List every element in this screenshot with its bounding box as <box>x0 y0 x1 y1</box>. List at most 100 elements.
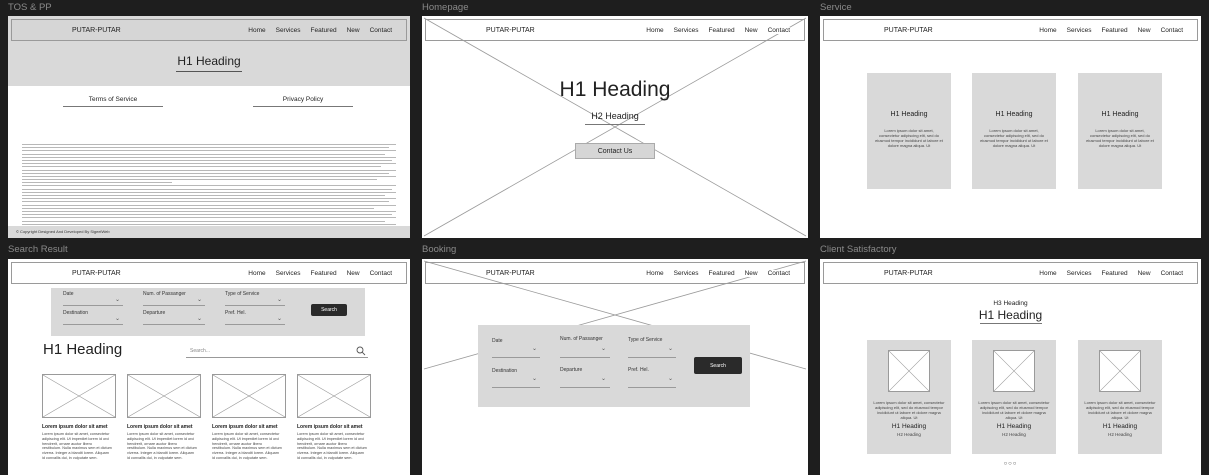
homepage-nav-services[interactable]: Services <box>674 27 699 34</box>
body-text-line <box>22 201 389 203</box>
destination-select[interactable] <box>492 387 540 388</box>
homepage-h2: H2 Heading <box>591 111 639 121</box>
testimonial-card[interactable]: Lorem ipsum dolor sit amet, consectetur … <box>867 340 951 454</box>
result-card-title[interactable]: Lorem ipsum dolor sit amet <box>42 424 122 430</box>
service-nav-services[interactable]: Services <box>1067 27 1092 34</box>
testimonial-role: H2 Heading <box>1108 432 1132 437</box>
type-select[interactable] <box>225 305 285 306</box>
booking-nav-home[interactable]: Home <box>646 270 663 277</box>
result-card-image[interactable] <box>297 374 371 418</box>
service-card[interactable]: H1 Heading Lorem ipsum dolor sit amet, c… <box>972 73 1056 189</box>
chevron-down-icon: ⌄ <box>115 316 121 322</box>
search-nav-featured[interactable]: Featured <box>311 270 337 277</box>
service-card[interactable]: H1 Heading Lorem ipsum dolor sit amet, c… <box>867 73 951 189</box>
departure-select[interactable] <box>560 387 610 388</box>
testimonial-name: H1 Heading <box>891 423 927 430</box>
client-nav-featured[interactable]: Featured <box>1102 270 1128 277</box>
booking-logo[interactable]: PUTAR-PUTAR <box>486 269 535 277</box>
homepage-hero-placeholder-cross <box>423 17 807 237</box>
client-logo[interactable]: PUTAR-PUTAR <box>884 270 933 277</box>
service-logo[interactable]: PUTAR-PUTAR <box>884 27 933 34</box>
passenger-label: Num. of Passanger <box>143 291 186 297</box>
homepage-nav-contact[interactable]: Contact <box>768 27 790 34</box>
homepage-nav-new[interactable]: New <box>745 27 758 34</box>
service-card[interactable]: H1 Heading Lorem ipsum dolor sit amet, c… <box>1078 73 1162 189</box>
booking-navbar: PUTAR-PUTAR Home Services Featured New C… <box>425 262 805 284</box>
pref-select[interactable] <box>225 324 285 325</box>
search-nav-home[interactable]: Home <box>248 270 265 277</box>
search-input[interactable]: Search... <box>186 346 368 358</box>
search-nav-new[interactable]: New <box>347 270 360 277</box>
homepage-nav-featured[interactable]: Featured <box>709 27 735 34</box>
chevron-down-icon: ⌄ <box>668 346 674 352</box>
homepage-navbar: PUTAR-PUTAR Home Services Featured New C… <box>425 19 805 41</box>
body-text-line <box>22 159 393 161</box>
client-nav-new[interactable]: New <box>1138 270 1151 277</box>
service-nav-new[interactable]: New <box>1138 27 1151 34</box>
body-text-line <box>22 204 396 206</box>
image-placeholder-icon <box>128 375 200 417</box>
client-nav-services[interactable]: Services <box>1067 270 1092 277</box>
service-nav-home[interactable]: Home <box>1039 27 1056 34</box>
search-icon[interactable] <box>356 346 366 356</box>
body-text-line <box>22 223 396 225</box>
search-button[interactable]: Search <box>311 304 347 316</box>
tos-nav-new[interactable]: New <box>347 27 360 34</box>
result-card-image[interactable] <box>212 374 286 418</box>
service-nav-contact[interactable]: Contact <box>1161 27 1183 34</box>
client-nav-contact[interactable]: Contact <box>1161 270 1183 277</box>
client-navbar: PUTAR-PUTAR Home Services Featured New C… <box>823 262 1198 284</box>
chevron-down-icon: ⌄ <box>532 346 538 352</box>
testimonial-card[interactable]: Lorem ipsum dolor sit amet, consectetur … <box>1078 340 1162 454</box>
client-nav-home[interactable]: Home <box>1039 270 1056 277</box>
chevron-down-icon: ⌄ <box>532 376 538 382</box>
carousel-dots[interactable]: ○○○ <box>820 461 1201 467</box>
passenger-select[interactable] <box>143 305 205 306</box>
tos-nav-home[interactable]: Home <box>248 27 265 34</box>
chevron-down-icon: ⌄ <box>277 316 283 322</box>
frame-title-tos: TOS & PP <box>8 2 52 13</box>
destination-select[interactable] <box>63 324 123 325</box>
date-select[interactable] <box>63 305 123 306</box>
departure-label: Departure <box>560 367 583 373</box>
service-card-heading: H1 Heading <box>1101 111 1139 118</box>
booking-nav-featured[interactable]: Featured <box>709 270 735 277</box>
testimonial-card[interactable]: Lorem ipsum dolor sit amet, consectetur … <box>972 340 1056 454</box>
service-nav-featured[interactable]: Featured <box>1102 27 1128 34</box>
search-button[interactable]: Search <box>694 357 742 374</box>
result-card-image[interactable] <box>42 374 116 418</box>
search-logo[interactable]: PUTAR-PUTAR <box>72 270 121 277</box>
tos-logo[interactable]: PUTAR-PUTAR <box>72 27 121 34</box>
type-select[interactable] <box>628 357 676 358</box>
search-nav-services[interactable]: Services <box>276 270 301 277</box>
tos-nav-services[interactable]: Services <box>276 27 301 34</box>
result-card-image[interactable] <box>127 374 201 418</box>
body-text-line <box>22 217 396 219</box>
result-card-title[interactable]: Lorem ipsum dolor sit amet <box>127 424 207 430</box>
search-frame: PUTAR-PUTAR Home Services Featured New C… <box>8 259 410 475</box>
booking-nav-services[interactable]: Services <box>674 270 699 277</box>
result-card-title[interactable]: Lorem ipsum dolor sit amet <box>212 424 292 430</box>
privacy-tab[interactable]: Privacy Policy <box>258 96 348 103</box>
booking-nav-contact[interactable]: Contact <box>768 270 790 277</box>
contact-us-button[interactable]: Contact Us <box>575 143 655 159</box>
pref-label: Pref. Hel. <box>628 367 649 373</box>
body-text-line <box>22 198 396 200</box>
passenger-select[interactable] <box>560 357 610 358</box>
date-select[interactable] <box>492 357 540 358</box>
search-nav-contact[interactable]: Contact <box>370 270 392 277</box>
terms-tab[interactable]: Terms of Service <box>68 96 158 103</box>
homepage-nav-home[interactable]: Home <box>646 27 663 34</box>
result-card-title[interactable]: Lorem ipsum dolor sit amet <box>297 424 377 430</box>
pref-select[interactable] <box>628 387 676 388</box>
departure-select[interactable] <box>143 324 205 325</box>
tos-nav-contact[interactable]: Contact <box>370 27 392 34</box>
chevron-down-icon: ⌄ <box>668 376 674 382</box>
booking-nav-new[interactable]: New <box>745 270 758 277</box>
type-label: Type of Service <box>225 291 260 297</box>
service-card-heading: H1 Heading <box>890 111 928 118</box>
homepage-logo[interactable]: PUTAR-PUTAR <box>486 26 535 34</box>
avatar-placeholder-icon <box>1099 350 1141 392</box>
tos-nav-featured[interactable]: Featured <box>311 27 337 34</box>
homepage-h1: H1 Heading <box>559 78 671 101</box>
